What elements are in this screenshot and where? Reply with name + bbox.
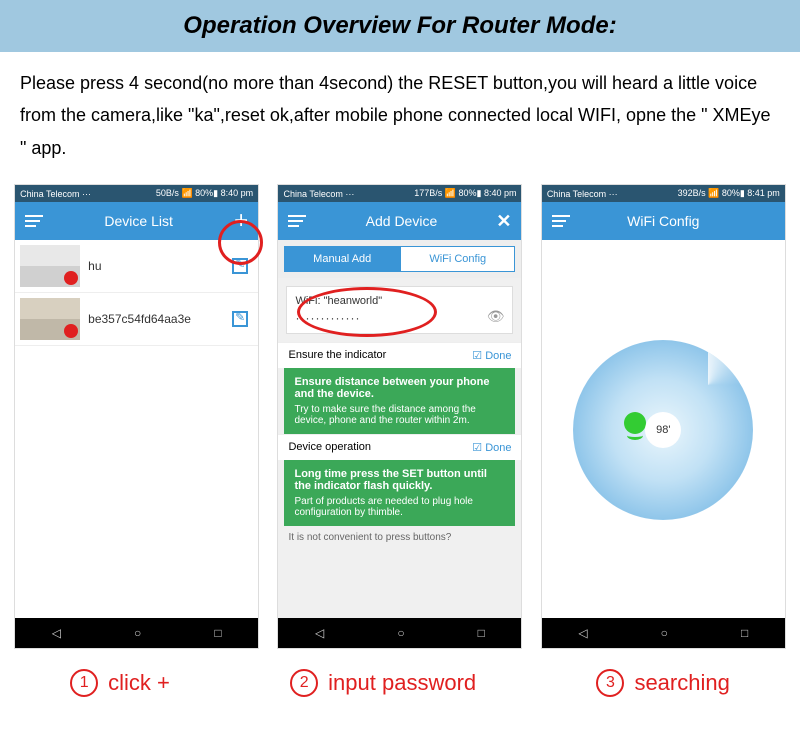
net-speed: 177B/s	[414, 188, 442, 198]
done-checkbox[interactable]: Done	[472, 441, 511, 454]
info-box: Ensure distance between your phone and t…	[284, 368, 515, 434]
device-name-label: be357c54fd64aa3e	[80, 312, 232, 326]
screen-title: WiFi Config	[570, 213, 757, 229]
phone-screenshot-2: China Telecom ··· 177B/s 📶 80%▮ 8:40 pm …	[277, 184, 522, 649]
header-banner: Operation Overview For Router Mode:	[0, 0, 800, 52]
step-number: 1	[70, 669, 98, 697]
screen-title: Add Device	[306, 213, 496, 229]
device-list-item[interactable]: hu	[15, 240, 258, 293]
captions-row: 1 click + 2 input password 3 searching	[0, 649, 800, 722]
menu-icon[interactable]	[25, 215, 43, 227]
phone-screenshot-3: China Telecom ··· 392B/s 📶 80%▮ 8:41 pm …	[541, 184, 786, 649]
phone-screenshot-1: China Telecom ··· 50B/s 📶 80%▮ 8:40 pm D…	[14, 184, 259, 649]
step-number: 3	[596, 669, 624, 697]
recent-icon[interactable]: □	[214, 626, 221, 640]
status-bar: China Telecom ··· 50B/s 📶 80%▮ 8:40 pm	[15, 185, 258, 202]
carrier-label: China Telecom ···	[547, 189, 618, 199]
android-nav-bar: ◁ ○ □	[15, 618, 258, 648]
password-field[interactable]: ·············	[295, 311, 504, 325]
tab-wifi-config[interactable]: WiFi Config	[400, 246, 516, 272]
done-checkbox[interactable]: Done	[472, 349, 511, 362]
android-nav-bar: ◁ ○ □	[542, 618, 785, 648]
battery-label: 80%	[195, 188, 213, 198]
step-caption-2: 2 input password	[290, 669, 476, 697]
close-icon[interactable]: ✕	[496, 211, 511, 232]
home-icon[interactable]: ○	[134, 626, 141, 640]
step-number: 2	[290, 669, 318, 697]
time-label: 8:40 pm	[484, 188, 517, 198]
step-label: input password	[328, 670, 476, 696]
tab-row: Manual Add WiFi Config	[278, 240, 521, 278]
carrier-label: China Telecom ···	[283, 189, 354, 199]
carrier-label: China Telecom ···	[20, 189, 91, 199]
status-bar: China Telecom ··· 177B/s 📶 80%▮ 8:40 pm	[278, 185, 521, 202]
radar-circle: 98'	[573, 340, 753, 520]
tab-manual-add[interactable]: Manual Add	[284, 246, 400, 272]
android-nav-bar: ◁ ○ □	[278, 618, 521, 648]
step-caption-3: 3 searching	[596, 669, 729, 697]
app-bar: Device List +	[15, 202, 258, 240]
page-title: Operation Overview For Router Mode:	[0, 12, 800, 40]
radar-timer: 98'	[645, 412, 681, 448]
radar-searching: 98'	[542, 240, 785, 618]
add-icon[interactable]: +	[234, 209, 248, 233]
footer-link[interactable]: It is not convenient to press buttons?	[278, 526, 521, 549]
screen-title: Device List	[43, 213, 234, 229]
menu-icon[interactable]	[552, 215, 570, 227]
back-icon[interactable]: ◁	[578, 626, 587, 640]
section-title: Ensure the indicator	[288, 349, 386, 362]
device-thumbnail	[20, 245, 80, 287]
info-text: Try to make sure the distance among the …	[294, 404, 505, 426]
status-bar: China Telecom ··· 392B/s 📶 80%▮ 8:41 pm	[542, 185, 785, 202]
battery-label: 80%	[722, 188, 740, 198]
edit-icon[interactable]	[232, 311, 248, 327]
radar-sweep	[663, 340, 753, 430]
device-name-label: hu	[80, 259, 232, 273]
step-caption-1: 1 click +	[70, 669, 170, 697]
device-list-item[interactable]: be357c54fd64aa3e	[15, 293, 258, 346]
wifi-input-box: WiFi: "heanworld" ············· 👁	[286, 286, 513, 334]
app-bar: Add Device ✕	[278, 202, 521, 240]
step-label: searching	[634, 670, 729, 696]
section-title: Device operation	[288, 441, 371, 454]
battery-label: 80%	[458, 188, 476, 198]
back-icon[interactable]: ◁	[315, 626, 324, 640]
recent-icon[interactable]: □	[741, 626, 748, 640]
phones-row: China Telecom ··· 50B/s 📶 80%▮ 8:40 pm D…	[0, 179, 800, 649]
info-text: Part of products are needed to plug hole…	[294, 496, 505, 518]
net-speed: 392B/s	[678, 188, 706, 198]
camera-icon	[624, 412, 646, 434]
menu-icon[interactable]	[288, 215, 306, 227]
step-label: click +	[108, 670, 170, 696]
time-label: 8:40 pm	[221, 188, 254, 198]
wifi-ssid-label: WiFi: "heanworld"	[295, 295, 504, 307]
home-icon[interactable]: ○	[661, 626, 668, 640]
home-icon[interactable]: ○	[397, 626, 404, 640]
back-icon[interactable]: ◁	[52, 626, 61, 640]
info-box: Long time press the SET button until the…	[284, 460, 515, 526]
recent-icon[interactable]: □	[478, 626, 485, 640]
time-label: 8:41 pm	[747, 188, 780, 198]
eye-icon[interactable]: 👁	[487, 308, 505, 325]
app-bar: WiFi Config	[542, 202, 785, 240]
section-header: Ensure the indicator Done	[278, 342, 521, 368]
instruction-text: Please press 4 second(no more than 4seco…	[0, 52, 800, 179]
info-title: Long time press the SET button until the…	[294, 468, 505, 492]
section-header: Device operation Done	[278, 434, 521, 460]
info-title: Ensure distance between your phone and t…	[294, 376, 505, 400]
device-thumbnail	[20, 298, 80, 340]
net-speed: 50B/s	[156, 188, 179, 198]
edit-icon[interactable]	[232, 258, 248, 274]
